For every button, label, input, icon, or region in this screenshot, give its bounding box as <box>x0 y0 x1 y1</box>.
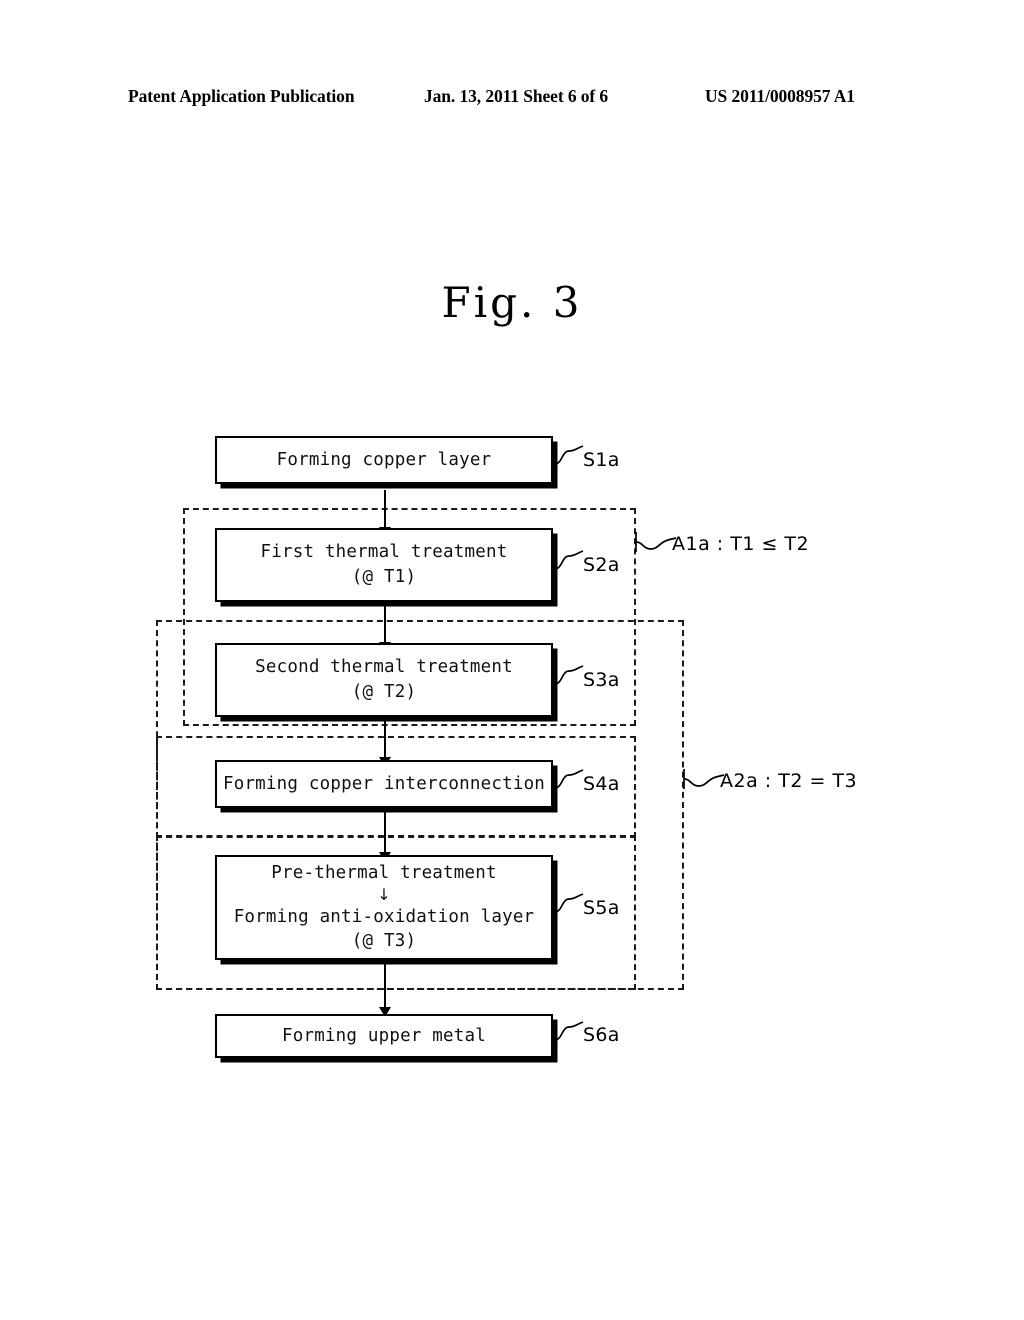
flow-node-s6a-line-1: Forming upper metal <box>282 1025 486 1046</box>
step-label-s3a: S3a <box>583 669 620 691</box>
step-label-s2a: S2a <box>583 554 620 576</box>
flow-node-s5a-line-1: Pre-thermal treatment <box>271 862 497 883</box>
group-label-a2a: A2a : T2 = T3 <box>720 770 858 792</box>
arrow-s4a-to-s5a <box>384 808 387 853</box>
flow-node-s5a-line-3: (@ T3) <box>351 931 417 952</box>
flow-node-s3a-line-1: Second thermal treatment <box>255 657 513 678</box>
flow-node-s2a-line-2: (@ T1) <box>351 567 417 587</box>
flow-node-s4a-line-1: Forming copper interconnection <box>222 773 546 794</box>
flow-node-s5a-line-2: Forming anti-oxidation layer <box>233 906 535 927</box>
leader-line-s3a <box>554 665 584 685</box>
leader-line-a2a <box>683 769 725 789</box>
down-arrow-icon: ↓ <box>377 884 391 904</box>
flow-node-s6a[interactable]: Forming upper metal <box>215 1014 553 1058</box>
leader-line-s2a <box>554 550 584 570</box>
flow-node-s2a[interactable]: First thermal treatment (@ T1) <box>215 528 553 602</box>
arrow-s5a-to-s6a <box>384 960 387 1008</box>
leader-line-s5a <box>554 893 584 913</box>
leader-line-s1a <box>554 445 584 465</box>
flow-node-s5a[interactable]: Pre-thermal treatment ↓ Forming anti-oxi… <box>215 855 553 960</box>
leader-line-s4a <box>554 769 584 789</box>
step-label-s5a: S5a <box>583 897 620 919</box>
leader-line-a1a <box>635 532 677 552</box>
flowchart-figure: Forming copper layer S1a First thermal t… <box>0 0 1024 1320</box>
flow-node-s1a-line-1: Forming copper layer <box>276 449 492 470</box>
flow-node-s2a-line-1: First thermal treatment <box>260 542 508 563</box>
flow-node-s3a[interactable]: Second thermal treatment (@ T2) <box>215 643 553 717</box>
arrow-s1a-to-s2a <box>384 490 387 528</box>
group-label-a1a: A1a : T1 ≤ T2 <box>672 533 810 555</box>
flow-node-s1a[interactable]: Forming copper layer <box>215 436 553 484</box>
step-label-s1a: S1a <box>583 449 620 471</box>
leader-line-s6a <box>554 1021 584 1041</box>
arrow-s3a-to-s4a <box>384 716 387 758</box>
step-label-s6a: S6a <box>583 1024 620 1046</box>
flow-node-s3a-line-2: (@ T2) <box>351 682 417 702</box>
arrow-s2a-to-s3a <box>384 601 387 643</box>
step-label-s4a: S4a <box>583 773 620 795</box>
flow-node-s4a[interactable]: Forming copper interconnection <box>215 760 553 808</box>
